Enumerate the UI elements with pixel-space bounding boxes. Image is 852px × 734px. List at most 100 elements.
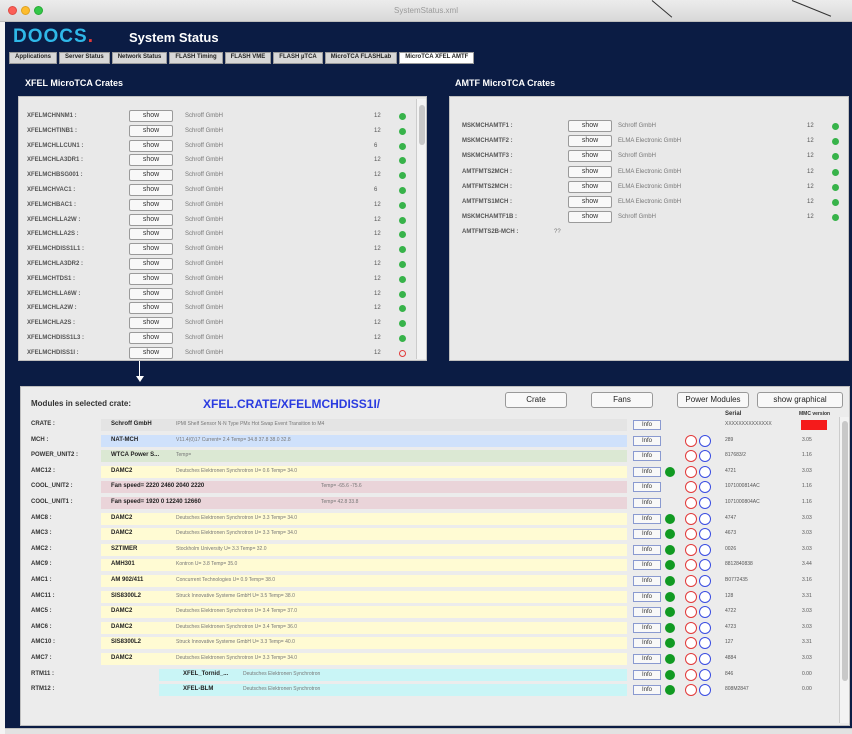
crate-row: XFELMCHLA2W : show Schroff GmbH 12 bbox=[19, 301, 426, 316]
tab-7[interactable]: MicroTCA XFEL AMTF bbox=[399, 52, 475, 64]
hot-swap-indicator[interactable] bbox=[685, 668, 697, 681]
horizontal-scrollbar[interactable] bbox=[5, 728, 852, 734]
power-indicator[interactable] bbox=[699, 575, 711, 587]
module-name: DAMC2 bbox=[111, 655, 133, 661]
hot-swap-indicator[interactable] bbox=[685, 465, 697, 478]
hot-swap-indicator[interactable] bbox=[685, 434, 697, 447]
show-crate-button[interactable]: show bbox=[129, 213, 173, 226]
module-info-button[interactable]: Info bbox=[633, 482, 661, 493]
power-indicator[interactable] bbox=[699, 606, 711, 619]
show-crate-button[interactable]: show bbox=[129, 110, 173, 122]
show-crate-button[interactable]: show bbox=[568, 180, 612, 193]
show-crate-button[interactable]: show bbox=[129, 198, 173, 211]
crate-slot-count: 12 bbox=[807, 214, 814, 221]
show-crate-button[interactable]: show bbox=[568, 196, 612, 208]
hot-swap-indicator[interactable] bbox=[685, 559, 697, 572]
show-crate-button[interactable]: show bbox=[568, 165, 612, 178]
hot-swap-indicator[interactable] bbox=[685, 606, 697, 619]
selection-arrow-head bbox=[136, 376, 144, 382]
power-indicator[interactable] bbox=[699, 653, 711, 665]
fans-button[interactable]: Fans bbox=[591, 392, 653, 408]
hot-swap-indicator[interactable] bbox=[685, 481, 697, 494]
hot-swap-indicator[interactable] bbox=[685, 575, 697, 587]
module-info-button[interactable]: Info bbox=[633, 591, 661, 602]
scrollbar-thumb[interactable] bbox=[842, 421, 848, 681]
module-info-button[interactable]: Info bbox=[633, 513, 661, 524]
module-info-button[interactable]: Info bbox=[633, 669, 661, 680]
module-row: POWER_UNIT2 : WTCA Power S... Temp= Info 81… bbox=[21, 450, 841, 463]
show-crate-button[interactable]: show bbox=[129, 332, 173, 344]
module-info-button[interactable]: Info bbox=[633, 466, 661, 477]
hot-swap-indicator[interactable] bbox=[685, 637, 697, 650]
power-indicator[interactable] bbox=[699, 481, 711, 494]
module-slot-label: AMC12 : bbox=[31, 467, 56, 474]
module-info-button[interactable]: Info bbox=[633, 654, 661, 664]
hot-swap-indicator[interactable] bbox=[685, 590, 697, 603]
power-indicator[interactable] bbox=[699, 559, 711, 572]
show-crate-button[interactable]: show bbox=[129, 154, 173, 167]
page-title: System Status bbox=[129, 30, 219, 45]
show-crate-button[interactable]: show bbox=[129, 258, 173, 270]
hot-swap-indicator[interactable] bbox=[685, 497, 697, 509]
tab-6[interactable]: MicroTCA FLASHLab bbox=[324, 52, 398, 64]
module-info-button[interactable]: Info bbox=[633, 544, 661, 555]
power-indicator[interactable] bbox=[699, 621, 711, 634]
power-indicator[interactable] bbox=[699, 684, 711, 697]
module-info-button[interactable]: Info bbox=[633, 685, 661, 696]
crate-slot-count: 6 bbox=[374, 187, 378, 193]
module-info-button[interactable]: Info bbox=[633, 451, 661, 462]
show-graphical-button[interactable]: show graphical bbox=[757, 392, 843, 408]
tab-4[interactable]: FLASH VME bbox=[224, 52, 272, 64]
power-indicator[interactable] bbox=[699, 465, 711, 478]
show-crate-button[interactable]: show bbox=[129, 124, 173, 137]
module-info-button[interactable]: Info bbox=[633, 435, 661, 446]
module-info-button[interactable]: Info bbox=[633, 622, 661, 633]
hot-swap-indicator[interactable] bbox=[685, 653, 697, 665]
hot-swap-indicator[interactable] bbox=[685, 621, 697, 634]
tab-5[interactable]: FLASH µTCA bbox=[273, 52, 323, 64]
show-crate-button[interactable]: show bbox=[129, 317, 173, 330]
power-indicator[interactable] bbox=[699, 512, 711, 525]
tab-1[interactable]: Server Status bbox=[59, 52, 110, 64]
power-indicator[interactable] bbox=[699, 528, 711, 541]
show-crate-button[interactable]: show bbox=[129, 228, 173, 241]
tab-3[interactable]: FLASH Timing bbox=[169, 52, 223, 64]
power-modules-button[interactable]: Power Modules bbox=[677, 392, 749, 408]
show-crate-button[interactable]: show bbox=[129, 346, 173, 359]
crate-vendor: Schroff GmbH bbox=[185, 305, 223, 312]
hot-swap-indicator[interactable] bbox=[685, 684, 697, 697]
show-crate-button[interactable]: show bbox=[129, 169, 173, 182]
power-indicator[interactable] bbox=[699, 497, 711, 509]
module-info-button[interactable]: Info bbox=[633, 576, 661, 586]
hot-swap-indicator[interactable] bbox=[685, 528, 697, 541]
show-crate-button[interactable]: show bbox=[129, 139, 173, 152]
show-crate-button[interactable]: show bbox=[568, 135, 612, 148]
show-crate-button[interactable]: show bbox=[129, 243, 173, 256]
show-crate-button[interactable]: show bbox=[129, 302, 173, 315]
tab-0[interactable]: Applications bbox=[9, 52, 58, 64]
module-info-button[interactable]: Info bbox=[633, 607, 661, 618]
power-indicator[interactable] bbox=[699, 590, 711, 603]
show-crate-button[interactable]: show bbox=[129, 272, 173, 285]
power-indicator[interactable] bbox=[699, 434, 711, 447]
crate-name: XFELMCHLA3DR1 : bbox=[27, 157, 84, 164]
power-indicator[interactable] bbox=[699, 637, 711, 650]
crate-button[interactable]: Crate bbox=[505, 392, 567, 408]
module-info-button[interactable]: Info bbox=[633, 498, 661, 508]
show-crate-button[interactable]: show bbox=[568, 150, 612, 163]
module-info-button[interactable]: Info bbox=[633, 560, 661, 571]
power-indicator[interactable] bbox=[699, 543, 711, 556]
show-crate-button[interactable]: show bbox=[129, 287, 173, 300]
show-crate-button[interactable]: show bbox=[129, 184, 173, 196]
module-info-button[interactable]: Info bbox=[633, 529, 661, 540]
hot-swap-indicator[interactable] bbox=[685, 450, 697, 463]
show-crate-button[interactable]: show bbox=[568, 120, 612, 132]
power-indicator[interactable] bbox=[699, 450, 711, 463]
hot-swap-indicator[interactable] bbox=[685, 543, 697, 556]
hot-swap-indicator[interactable] bbox=[685, 512, 697, 525]
tab-2[interactable]: Network Status bbox=[111, 52, 168, 64]
module-info-button[interactable]: Info bbox=[633, 638, 661, 649]
show-crate-button[interactable]: show bbox=[568, 211, 612, 224]
module-info-button[interactable]: Info bbox=[633, 420, 661, 430]
power-indicator[interactable] bbox=[699, 668, 711, 681]
